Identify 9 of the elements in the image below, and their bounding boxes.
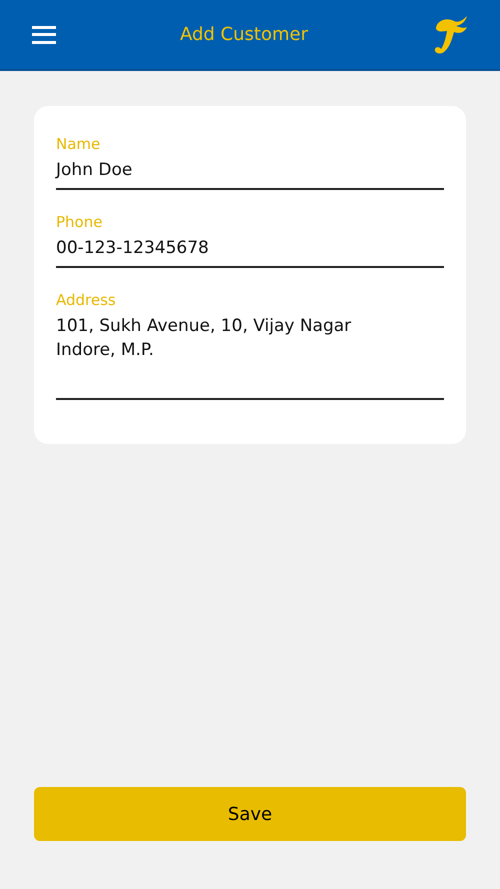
input-field[interactable]: 101, Sukh Avenue, 10, Vijay Nagar Indore, M.P. bbox=[56, 310, 444, 400]
screen-title: Add Customer bbox=[180, 23, 308, 47]
field-label: Address bbox=[56, 290, 117, 310]
menu-icon[interactable] bbox=[32, 26, 56, 44]
input-field[interactable]: John Doe bbox=[56, 154, 444, 190]
field-label: Name bbox=[56, 134, 102, 154]
save-button[interactable]: Save bbox=[34, 787, 466, 841]
field-label: Phone bbox=[56, 212, 104, 232]
input-field[interactable]: 00-123-12345678 bbox=[56, 232, 444, 268]
